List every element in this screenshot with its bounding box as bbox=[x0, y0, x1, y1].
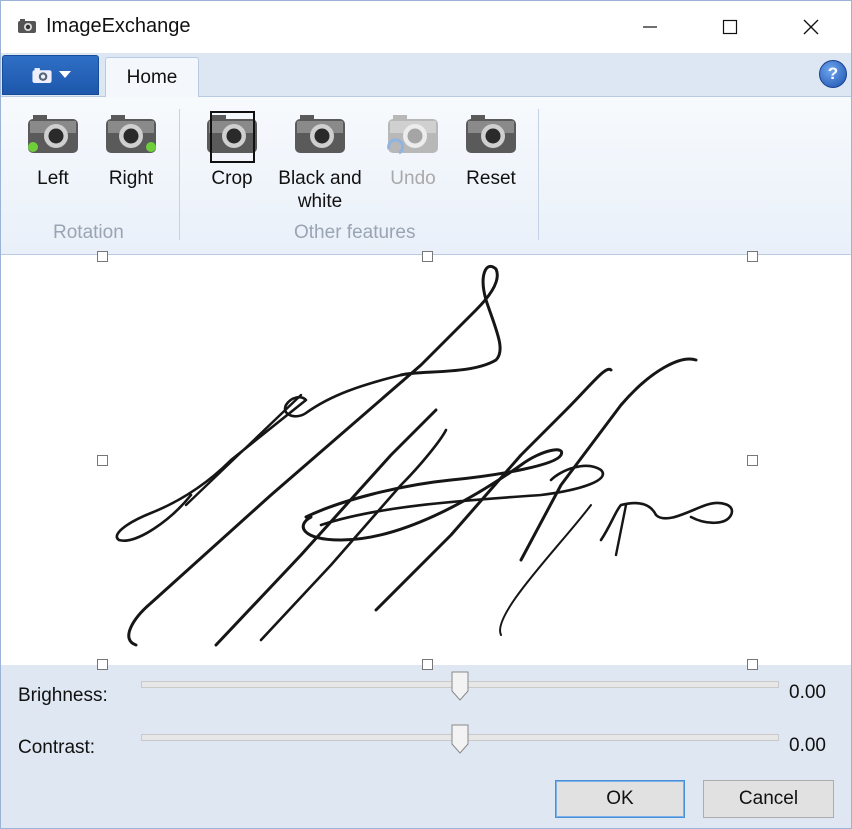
reset-label: Reset bbox=[466, 168, 516, 189]
brightness-label: Brighness: bbox=[18, 685, 108, 706]
undo-label: Undo bbox=[390, 168, 436, 189]
rotate-right-label: Right bbox=[108, 168, 154, 189]
contrast-value: 0.00 bbox=[789, 735, 826, 756]
undo-button[interactable]: Undo bbox=[383, 109, 443, 190]
image-exchange-window: ImageExchange Home ? Left Right Rotation… bbox=[0, 0, 852, 829]
rotate-left-label: Left bbox=[37, 168, 69, 189]
crop-handle-top-center[interactable] bbox=[422, 251, 433, 262]
rotate-right-button[interactable]: Right bbox=[101, 109, 161, 190]
ribbon-panel: Left Right Rotation Crop Black and white… bbox=[1, 97, 851, 255]
brightness-slider-thumb[interactable] bbox=[451, 671, 469, 701]
reset-icon bbox=[466, 115, 516, 153]
close-button[interactable] bbox=[788, 5, 834, 49]
title-bar: ImageExchange bbox=[1, 1, 851, 53]
chevron-down-icon bbox=[58, 71, 71, 78]
crop-handle-middle-right[interactable] bbox=[747, 455, 758, 466]
group-label-other-features: Other features bbox=[294, 222, 416, 243]
crop-label: Crop bbox=[211, 168, 253, 189]
contrast-label: Contrast: bbox=[18, 737, 96, 758]
minimize-button[interactable] bbox=[627, 5, 673, 49]
crop-handle-middle-left[interactable] bbox=[97, 455, 108, 466]
adjustment-panel: Brighness: 0.00 Contrast: 0.00 OK Cancel bbox=[1, 659, 851, 828]
help-icon[interactable]: ? bbox=[819, 60, 847, 88]
black-and-white-label-line1: Black and bbox=[278, 168, 362, 189]
tab-home[interactable]: Home bbox=[105, 57, 199, 97]
image-canvas[interactable] bbox=[1, 255, 851, 665]
brightness-value: 0.00 bbox=[789, 682, 826, 703]
contrast-slider-thumb[interactable] bbox=[451, 724, 469, 754]
reset-button[interactable]: Reset bbox=[460, 109, 522, 190]
minimize-icon bbox=[643, 26, 657, 28]
black-and-white-icon bbox=[295, 115, 345, 153]
crop-handle-bottom-center[interactable] bbox=[422, 659, 433, 670]
application-menu-button[interactable] bbox=[2, 55, 99, 95]
rotate-right-icon bbox=[106, 115, 156, 153]
ok-button[interactable]: OK bbox=[555, 780, 685, 818]
camera-icon bbox=[31, 67, 52, 83]
crop-handle-bottom-left[interactable] bbox=[97, 659, 108, 670]
maximize-icon bbox=[722, 19, 738, 35]
rotate-left-button[interactable]: Left bbox=[23, 109, 83, 190]
group-separator bbox=[538, 109, 539, 240]
crop-handle-top-right[interactable] bbox=[747, 251, 758, 262]
close-icon bbox=[803, 19, 819, 35]
group-label-rotation: Rotation bbox=[53, 222, 124, 243]
crop-handle-top-left[interactable] bbox=[97, 251, 108, 262]
camera-icon bbox=[18, 19, 36, 33]
undo-icon bbox=[387, 115, 438, 155]
crop-handle-bottom-right[interactable] bbox=[747, 659, 758, 670]
maximize-button[interactable] bbox=[707, 5, 753, 49]
black-and-white-label-line2: white bbox=[297, 191, 343, 212]
window-title: ImageExchange bbox=[46, 15, 191, 37]
signature-image bbox=[115, 265, 734, 647]
group-separator bbox=[179, 109, 180, 240]
cancel-button[interactable]: Cancel bbox=[703, 780, 834, 818]
black-and-white-button[interactable]: Black and white bbox=[273, 109, 367, 213]
rotate-left-icon bbox=[28, 115, 78, 153]
ribbon-tab-strip: Home ? bbox=[1, 53, 851, 97]
crop-selection-frame bbox=[210, 111, 255, 163]
